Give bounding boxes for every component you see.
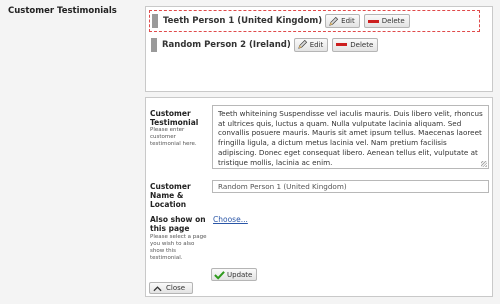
edit-button[interactable]: Edit	[293, 37, 329, 52]
list-item[interactable]: Teeth Person 1 (United Kingdom) Edit Del…	[149, 10, 480, 32]
minus-icon	[367, 19, 379, 23]
chevron-up-icon	[153, 285, 162, 291]
edit-testimonial-panel: Customer Testimonial Please enter custom…	[145, 97, 493, 297]
delete-button-label: Delete	[381, 17, 405, 25]
edit-button[interactable]: Edit	[325, 14, 360, 28]
list-item-title: Random Person 2 (Ireland)	[162, 39, 291, 50]
delete-button-label: Delete	[350, 40, 374, 49]
testimonial-help-text: Please enter customer testimonial here.	[150, 127, 197, 147]
edit-button-label: Edit	[341, 17, 355, 25]
list-item-title: Teeth Person 1 (United Kingdom)	[163, 16, 323, 26]
checkmark-icon	[214, 270, 225, 280]
drag-handle[interactable]	[152, 14, 158, 28]
update-button[interactable]: Update	[211, 268, 258, 281]
testimonials-list: Teeth Person 1 (United Kingdom) Edit Del…	[145, 6, 493, 92]
list-item[interactable]: Random Person 2 (Ireland) Edit Delete	[151, 36, 383, 53]
close-button[interactable]: Close	[149, 282, 193, 294]
minus-icon	[336, 43, 348, 46]
resize-grip[interactable]	[481, 161, 487, 167]
edit-button-label: Edit	[309, 40, 324, 49]
pencil-icon	[329, 16, 339, 26]
also-show-help-text: Please select a page you wish to also sh…	[150, 234, 207, 261]
also-show-label: Also show on this page	[150, 215, 206, 233]
customer-testimonials-label: Customer Testimonials	[8, 6, 117, 16]
testimonial-text: Teeth whiteining Suspendisse vel iaculis…	[218, 109, 483, 167]
delete-button[interactable]: Delete	[363, 14, 410, 28]
testimonial-label: Customer Testimonial	[150, 109, 199, 127]
testimonial-textarea[interactable]: Teeth whiteining Suspendisse vel iaculis…	[212, 105, 489, 169]
close-button-label: Close	[166, 284, 186, 292]
choose-page-link[interactable]: Choose...	[213, 215, 248, 224]
name-location-input[interactable]: Random Person 1 (United Kingdom)	[212, 180, 489, 193]
pencil-icon	[297, 39, 307, 49]
update-button-label: Update	[227, 270, 253, 279]
delete-button[interactable]: Delete	[332, 37, 379, 52]
drag-handle[interactable]	[151, 37, 157, 52]
name-location-label: Customer Name & Location	[150, 182, 191, 209]
